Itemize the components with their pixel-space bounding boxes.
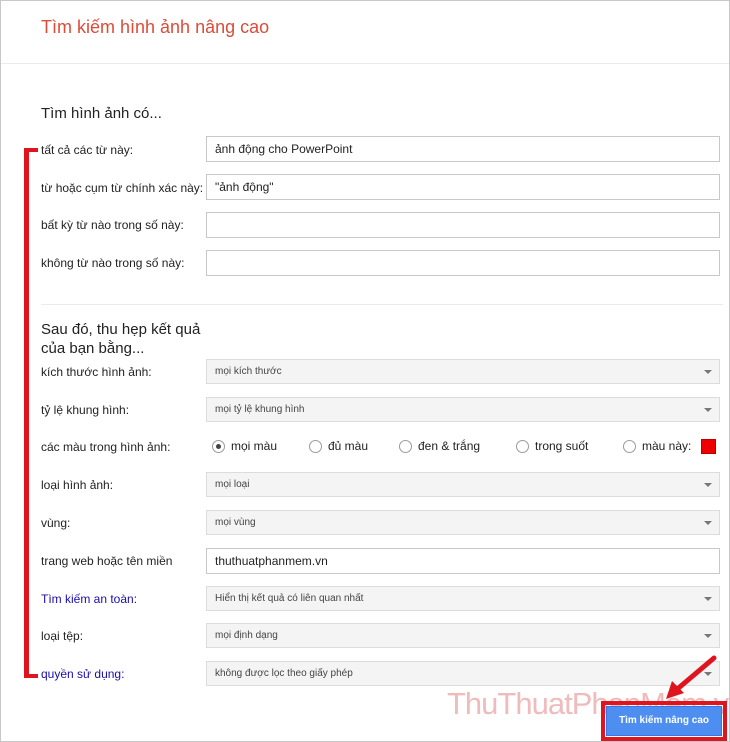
site-label: trang web hoặc tên miền <box>41 554 173 568</box>
aspect-ratio-label: tỷ lệ khung hình: <box>41 403 130 417</box>
dropdown-arrow-icon <box>704 634 712 638</box>
annotation-arrow-icon <box>666 655 717 699</box>
find-section-heading: Tìm hình ảnh có... <box>41 105 162 122</box>
region-select[interactable]: mọi vùng <box>206 510 720 535</box>
image-size-label: kích thước hình ảnh: <box>41 365 152 379</box>
color-option-bw[interactable]: đen & trắng <box>399 439 480 453</box>
advanced-search-button[interactable]: Tìm kiếm nâng cao <box>606 706 722 736</box>
file-type-value: mọi định dạng <box>215 630 278 641</box>
image-size-select[interactable]: mọi kích thước <box>206 359 720 384</box>
section-divider <box>41 304 723 305</box>
radio-icon <box>623 439 636 453</box>
color-swatch[interactable] <box>701 439 716 454</box>
radio-selected-icon <box>212 439 225 453</box>
colors-label: các màu trong hình ảnh: <box>41 440 171 454</box>
region-label: vùng: <box>41 516 71 530</box>
all-words-label: tất cả các từ này: <box>41 143 134 157</box>
region-value: mọi vùng <box>215 517 256 528</box>
color-option-label: đen & trắng <box>418 439 481 453</box>
annotation-bracket-bottom <box>24 674 38 678</box>
color-option-label: trong suốt <box>535 439 589 453</box>
dropdown-arrow-icon <box>704 521 712 525</box>
narrow-heading-line1: Sau đó, thu hẹp kết quả <box>41 321 201 338</box>
radio-icon <box>309 439 322 453</box>
image-type-select[interactable]: mọi loại <box>206 472 720 497</box>
page-title: Tìm kiếm hình ảnh nâng cao <box>41 17 270 37</box>
color-option-label: mọi màu <box>231 439 278 453</box>
radio-icon <box>516 439 529 453</box>
any-words-label: bất kỳ từ nào trong số này: <box>41 218 184 232</box>
all-words-input[interactable] <box>206 136 720 162</box>
annotation-bracket <box>24 148 29 677</box>
color-option-label: màu này: <box>642 439 692 453</box>
safe-search-link[interactable]: Tìm kiếm an toàn: <box>41 592 137 606</box>
none-words-input[interactable] <box>206 250 720 276</box>
safe-search-select[interactable]: Hiển thị kết quả có liên quan nhất <box>206 586 720 611</box>
dropdown-arrow-icon <box>704 597 712 601</box>
usage-rights-value: không được lọc theo giấy phép <box>215 668 353 679</box>
annotation-bracket-top <box>24 148 38 152</box>
usage-rights-link[interactable]: quyền sử dụng: <box>41 667 124 681</box>
header-divider <box>1 63 729 64</box>
color-option-this[interactable]: màu này: <box>623 439 691 453</box>
image-size-value: mọi kích thước <box>215 366 282 377</box>
any-words-input[interactable] <box>206 212 720 238</box>
image-type-value: mọi loại <box>215 479 250 490</box>
none-words-label: không từ nào trong số này: <box>41 256 185 270</box>
color-option-any[interactable]: mọi màu <box>212 439 277 453</box>
image-type-label: loại hình ảnh: <box>41 478 114 492</box>
safe-search-value: Hiển thị kết quả có liên quan nhất <box>215 593 364 604</box>
color-option-label: đủ màu <box>328 439 369 453</box>
dropdown-arrow-icon <box>704 483 712 487</box>
narrow-section-heading: Sau đó, thu hẹp kết quả của bạn bằng... <box>41 320 221 358</box>
dropdown-arrow-icon <box>704 408 712 412</box>
exact-phrase-label: từ hoặc cụm từ chính xác này: <box>41 181 204 195</box>
file-type-select[interactable]: mọi định dạng <box>206 623 720 648</box>
aspect-ratio-value: mọi tỷ lệ khung hình <box>215 404 305 415</box>
exact-phrase-input[interactable] <box>206 174 720 200</box>
radio-icon <box>399 439 412 453</box>
dropdown-arrow-icon <box>704 370 712 374</box>
site-input[interactable] <box>206 548 720 574</box>
color-option-transparent[interactable]: trong suốt <box>516 439 588 453</box>
usage-rights-select[interactable]: không được lọc theo giấy phép <box>206 661 720 686</box>
narrow-heading-line2: của bạn bằng... <box>41 340 145 357</box>
color-option-full[interactable]: đủ màu <box>309 439 368 453</box>
aspect-ratio-select[interactable]: mọi tỷ lệ khung hình <box>206 397 720 422</box>
file-type-label: loại tệp: <box>41 629 84 643</box>
